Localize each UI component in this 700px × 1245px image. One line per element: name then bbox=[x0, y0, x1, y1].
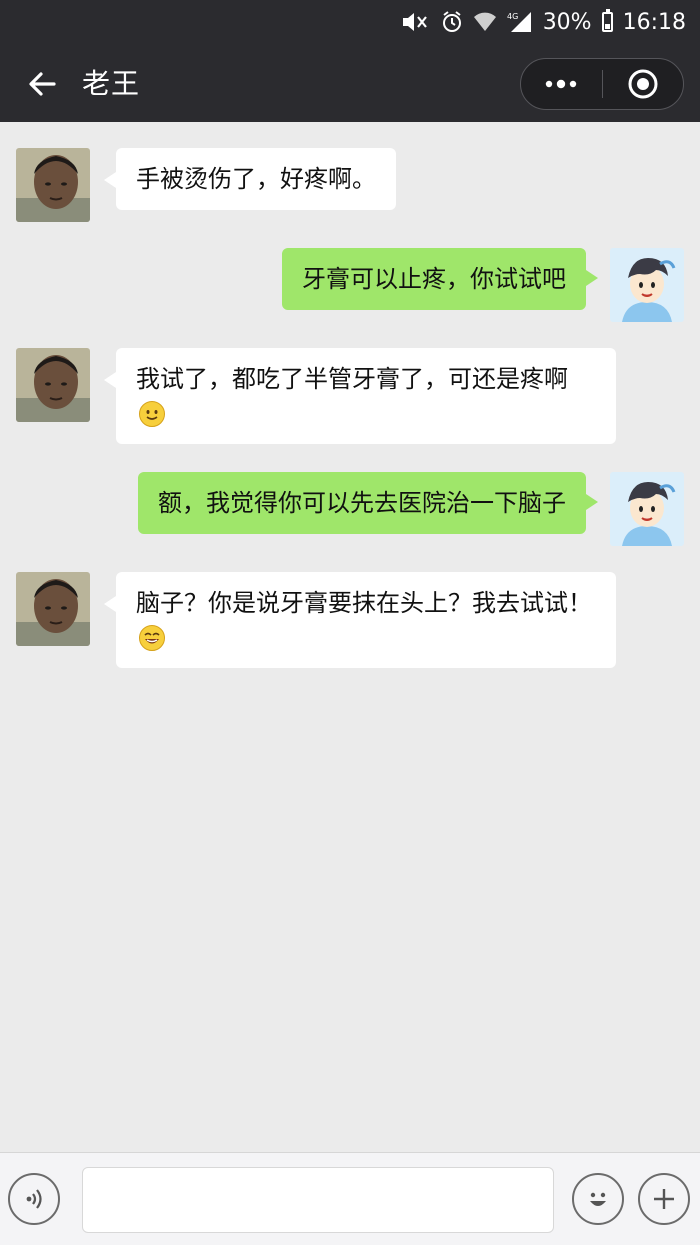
signal-icon: 4G bbox=[507, 11, 533, 33]
message-text: 额，我觉得你可以先去医院治一下脑子 bbox=[158, 489, 566, 517]
back-button[interactable] bbox=[22, 64, 62, 104]
message-text: 我试了，都吃了半管牙膏了，可还是疼啊 bbox=[136, 365, 568, 393]
message-bubble[interactable]: 脑子？你是说牙膏要抹在头上？我去试试！ bbox=[104, 572, 616, 668]
message-bubble[interactable]: 手被烫伤了，好疼啊。 bbox=[104, 148, 396, 210]
my-avatar[interactable] bbox=[610, 472, 684, 546]
message-text: 牙膏可以止疼，你试试吧 bbox=[302, 265, 566, 293]
emoji-button[interactable] bbox=[572, 1173, 624, 1225]
contact-avatar[interactable] bbox=[16, 148, 90, 222]
close-program-button[interactable] bbox=[603, 59, 684, 109]
more-button[interactable] bbox=[521, 59, 602, 109]
message-text: 手被烫伤了，好疼啊。 bbox=[136, 165, 376, 193]
status-bar: 4G 30% 16:18 bbox=[0, 0, 700, 44]
chat-title: 老王 bbox=[82, 67, 141, 100]
my-avatar[interactable] bbox=[610, 248, 684, 322]
more-functions-button[interactable] bbox=[638, 1173, 690, 1225]
smiley-icon bbox=[590, 1192, 606, 1206]
wifi-icon bbox=[473, 11, 497, 33]
target-icon bbox=[628, 69, 658, 99]
mute-icon bbox=[401, 11, 431, 33]
battery-percent: 30% bbox=[542, 9, 592, 35]
message-input[interactable] bbox=[82, 1167, 554, 1233]
battery-icon bbox=[601, 9, 613, 32]
mini-program-capsule bbox=[520, 58, 684, 110]
svg-text:4G: 4G bbox=[507, 12, 518, 21]
message-text: 脑子？你是说牙膏要抹在头上？我去试试！ bbox=[136, 589, 592, 617]
chat-area: 手被烫伤了，好疼啊。 牙膏可以止疼，你试试吧 我试了，都吃了半管牙膏了，可还是疼… bbox=[0, 122, 700, 1152]
contact-avatar[interactable] bbox=[16, 572, 90, 646]
message-bubble[interactable]: 牙膏可以止疼，你试试吧 bbox=[282, 248, 598, 310]
alarm-icon bbox=[441, 11, 463, 33]
voice-button[interactable] bbox=[8, 1173, 60, 1225]
plus-icon bbox=[654, 1189, 674, 1209]
laugh-emoji-icon bbox=[139, 625, 165, 651]
smile-emoji-icon bbox=[139, 401, 165, 427]
contact-avatar[interactable] bbox=[16, 348, 90, 422]
message-bubble[interactable]: 我试了，都吃了半管牙膏了，可还是疼啊 bbox=[104, 348, 616, 444]
voice-icon bbox=[26, 1189, 42, 1209]
input-bar bbox=[0, 1152, 700, 1245]
battery-fill bbox=[604, 24, 610, 29]
title-bar: 老王 bbox=[0, 44, 700, 122]
clock: 16:18 bbox=[622, 9, 686, 35]
back-arrow-icon bbox=[29, 72, 56, 96]
more-dots-icon bbox=[546, 79, 577, 89]
status-icons: 4G 30% 16:18 bbox=[401, 0, 686, 44]
message-bubble[interactable]: 额，我觉得你可以先去医院治一下脑子 bbox=[138, 472, 598, 534]
